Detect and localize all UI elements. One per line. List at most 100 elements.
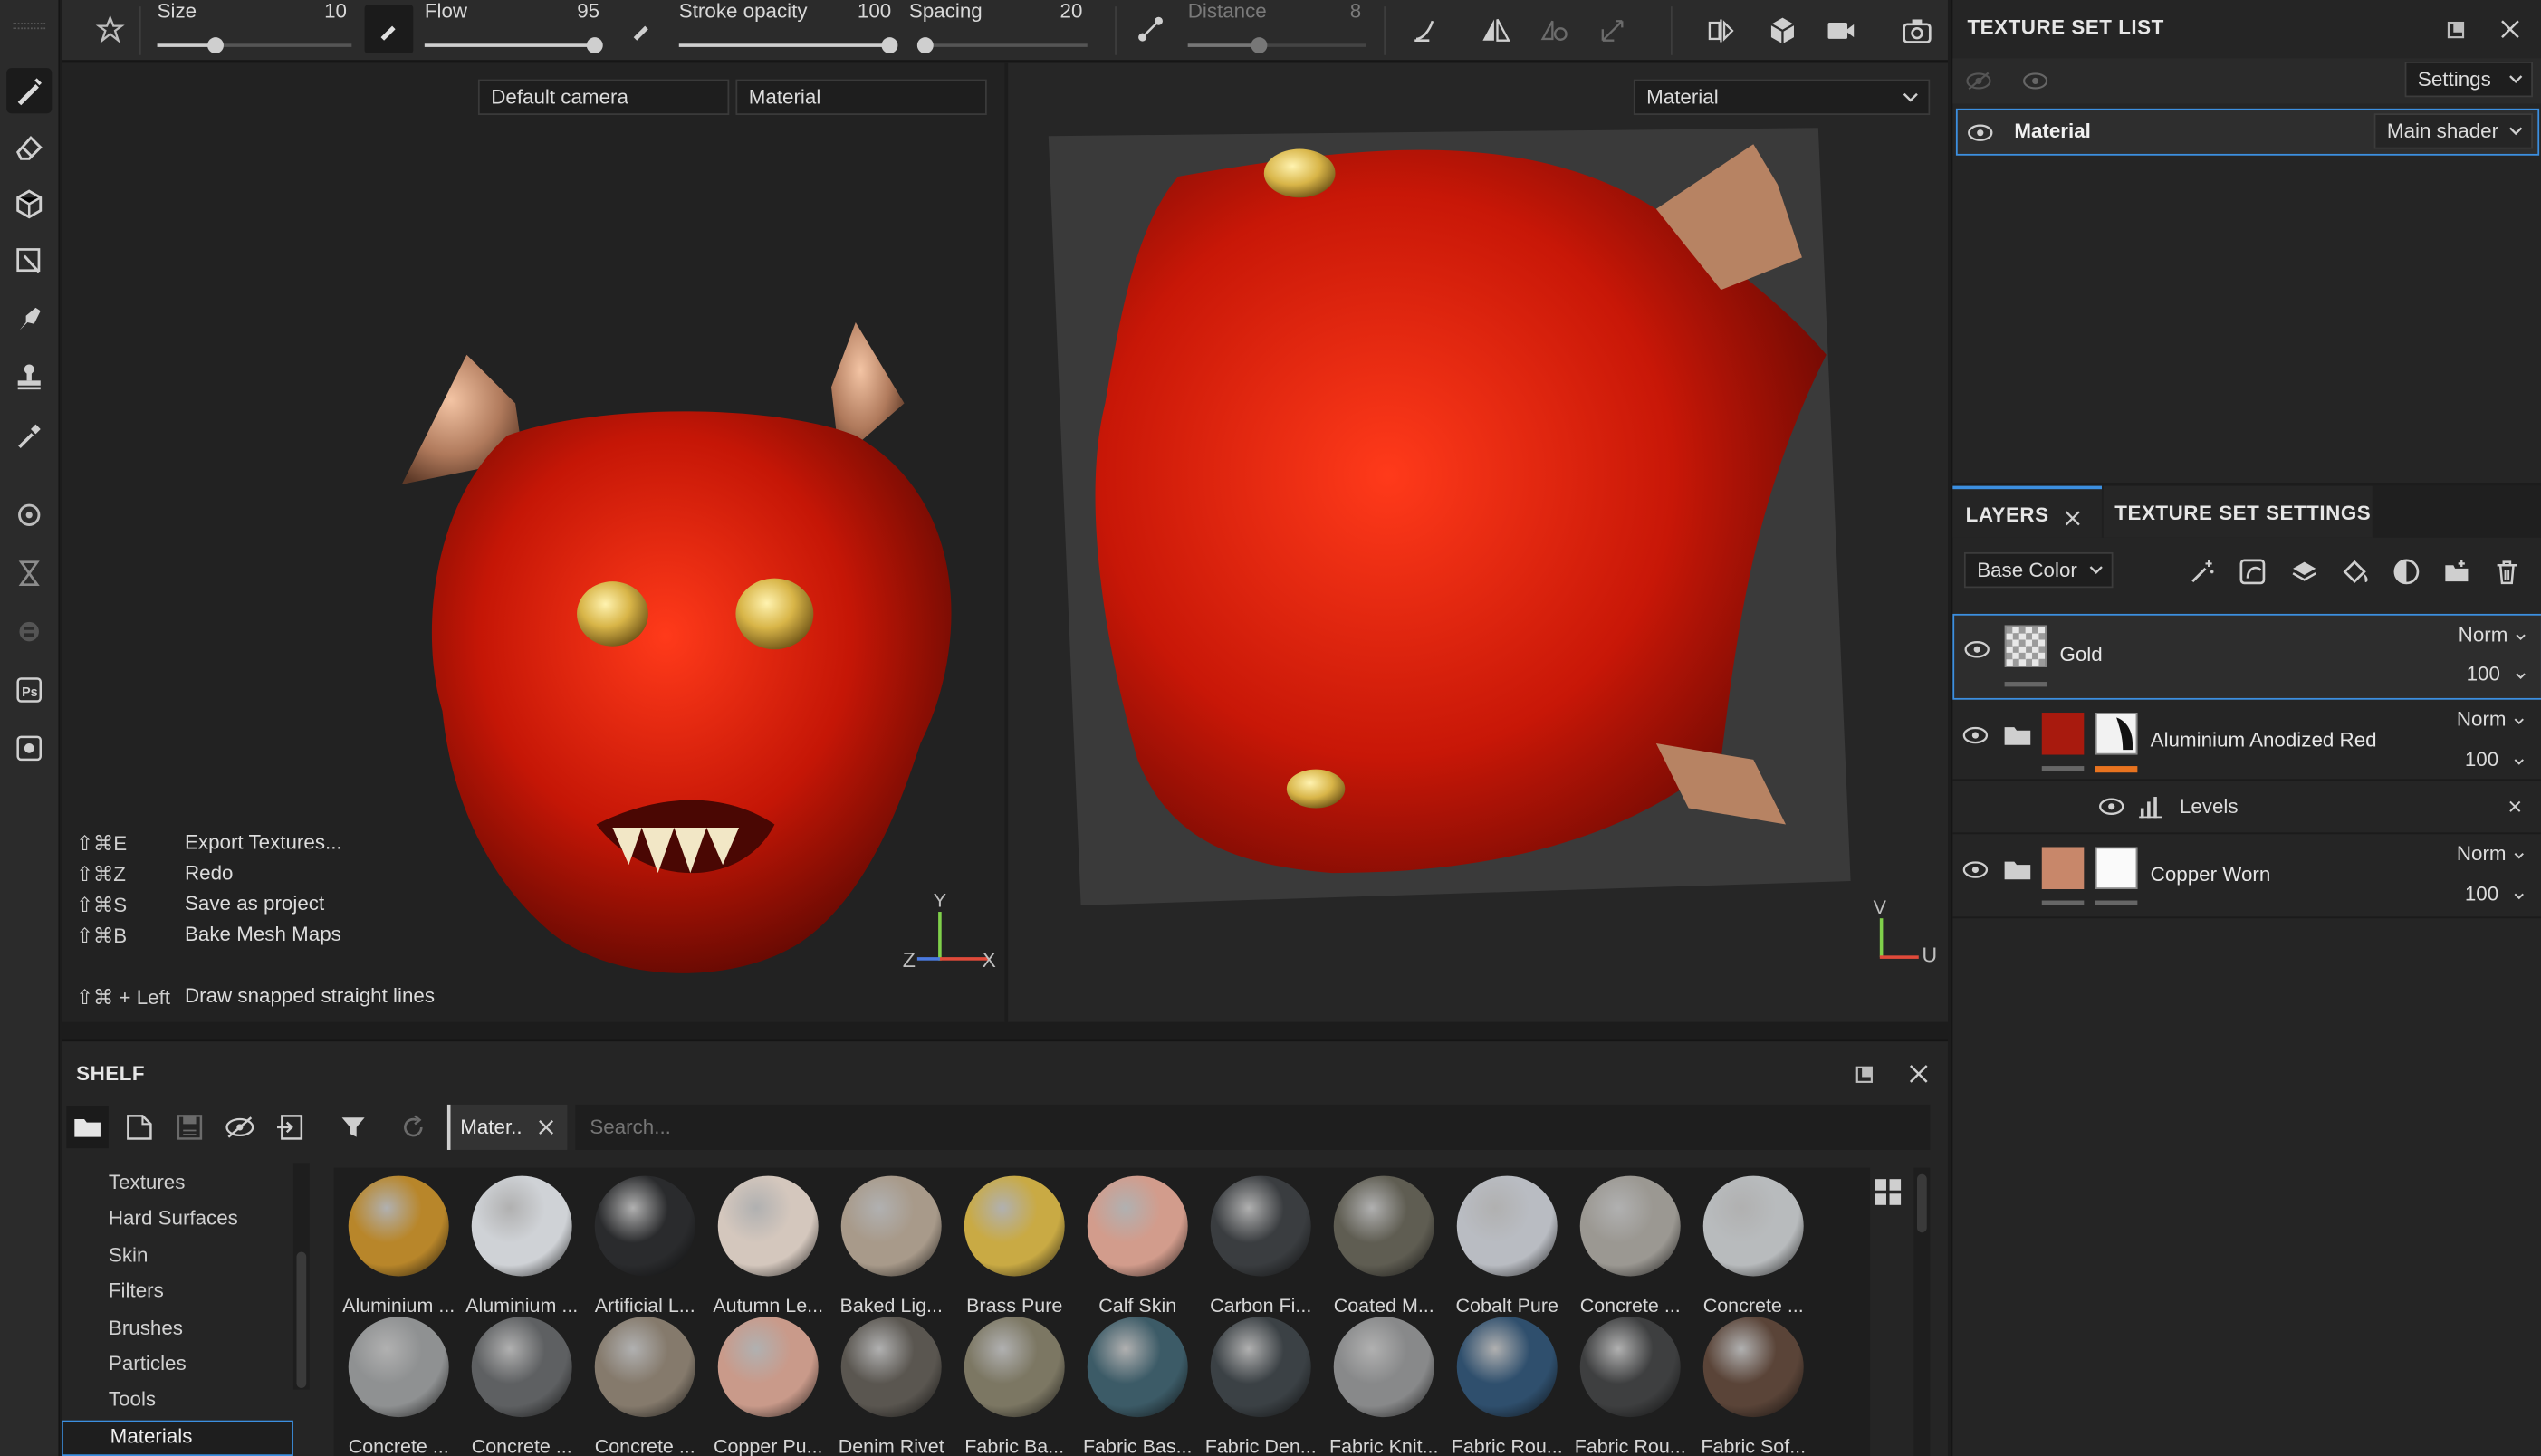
category-filters[interactable]: Filters bbox=[62, 1276, 293, 1310]
reset-filter-button[interactable] bbox=[392, 1106, 435, 1149]
material-item[interactable]: Cobalt Pure bbox=[1445, 1175, 1568, 1318]
add-fill-layer-button[interactable] bbox=[2336, 554, 2372, 589]
tab-texture-set-settings[interactable]: TEXTURE SET SETTINGS bbox=[2103, 485, 2373, 538]
material-item[interactable]: Fabric Ba... bbox=[953, 1317, 1076, 1456]
material-item[interactable]: Artificial L... bbox=[583, 1175, 706, 1318]
distance-value[interactable]: 8 bbox=[1319, 0, 1361, 23]
photoshop-export-tool[interactable]: Ps bbox=[6, 667, 52, 713]
layer-row-gold[interactable]: Gold Norm 100 bbox=[1952, 613, 2541, 700]
iray-render-tool[interactable] bbox=[6, 725, 52, 771]
size-slider-knob[interactable] bbox=[207, 37, 224, 54]
category-textures[interactable]: Textures bbox=[62, 1168, 293, 1202]
distance-slider[interactable] bbox=[1187, 37, 1366, 54]
settings-dropdown[interactable]: Settings bbox=[2404, 61, 2533, 98]
close-icon[interactable] bbox=[2065, 510, 2081, 526]
material-item[interactable]: Denim Rivet bbox=[829, 1317, 953, 1456]
texture-set-item[interactable]: Material Main shader bbox=[1955, 108, 2540, 156]
brush-preset-button[interactable] bbox=[364, 5, 414, 54]
chevron-down-icon[interactable] bbox=[2515, 672, 2527, 680]
flow-value[interactable]: 95 bbox=[558, 0, 599, 23]
viewport-3d-channel-dropdown[interactable]: Material bbox=[735, 79, 987, 115]
color-picker-tool[interactable] bbox=[6, 413, 52, 458]
material-item[interactable]: Concrete ... bbox=[1692, 1175, 1815, 1318]
add-mask-button[interactable] bbox=[2235, 554, 2270, 589]
shelf-hide-button[interactable] bbox=[219, 1106, 262, 1149]
add-folder-button[interactable] bbox=[2439, 554, 2474, 589]
material-item[interactable]: Brass Pure bbox=[953, 1175, 1076, 1318]
distance-slider-knob[interactable] bbox=[1251, 37, 1268, 54]
camera-settings-button[interactable] bbox=[1821, 12, 1860, 51]
visibility-eye-icon[interactable] bbox=[2098, 797, 2124, 816]
chevron-down-icon[interactable] bbox=[2514, 852, 2526, 860]
layer-row-aluminium-anodized-red[interactable]: Aluminium Anodized Red Norm 100 bbox=[1952, 700, 2541, 781]
effect-row-levels[interactable]: Levels bbox=[1952, 781, 2541, 835]
camera-dropdown[interactable]: Default camera bbox=[477, 79, 730, 115]
visibility-eye-icon[interactable] bbox=[1962, 860, 1989, 879]
shelf-search-input[interactable] bbox=[575, 1104, 1931, 1150]
layer-opacity[interactable]: 100 bbox=[2465, 883, 2498, 905]
stroke-opacity-icon-button[interactable] bbox=[628, 13, 657, 45]
material-item[interactable]: Fabric Knit... bbox=[1322, 1317, 1445, 1456]
material-item[interactable]: Concrete ... bbox=[460, 1317, 583, 1456]
material-item[interactable]: Aluminium ... bbox=[337, 1175, 460, 1318]
visibility-eye-icon[interactable] bbox=[1967, 123, 1993, 142]
material-grid-scrollbar[interactable] bbox=[1913, 1167, 1931, 1456]
timeline-tool[interactable] bbox=[6, 551, 52, 596]
split-view-button[interactable] bbox=[1702, 12, 1740, 51]
layer-blend-mode[interactable]: Norm bbox=[2459, 624, 2508, 647]
size-slider[interactable] bbox=[157, 37, 352, 54]
add-layer-button[interactable] bbox=[2287, 554, 2322, 589]
material-item[interactable]: Fabric Rou... bbox=[1445, 1317, 1568, 1456]
category-hard-surfaces[interactable]: Hard Surfaces bbox=[62, 1203, 293, 1238]
material-item[interactable]: Carbon Fi... bbox=[1199, 1175, 1322, 1318]
stroke-opacity-slider[interactable] bbox=[678, 37, 898, 54]
chevron-down-icon[interactable] bbox=[2515, 633, 2527, 641]
bake-tool[interactable] bbox=[6, 493, 52, 538]
paint-brush-tool[interactable] bbox=[6, 68, 53, 114]
layer-blend-mode[interactable]: Norm bbox=[2457, 842, 2507, 865]
layer-row-copper-worn[interactable]: Copper Worn Norm 100 bbox=[1952, 834, 2541, 919]
grip-handle[interactable] bbox=[13, 23, 46, 30]
material-item[interactable]: Aluminium ... bbox=[460, 1175, 583, 1318]
material-item[interactable]: Copper Pu... bbox=[706, 1317, 829, 1456]
alignment-button[interactable] bbox=[1406, 12, 1445, 51]
lazy-mouse-button[interactable] bbox=[1133, 12, 1168, 47]
grid-view-button[interactable] bbox=[1870, 1174, 1905, 1210]
remove-filter-icon[interactable] bbox=[538, 1119, 554, 1135]
show-all-button[interactable] bbox=[2021, 66, 2050, 95]
projection-tool[interactable] bbox=[6, 181, 52, 226]
shelf-folder-button[interactable] bbox=[66, 1106, 109, 1149]
tab-layers[interactable]: LAYERS bbox=[1952, 485, 2102, 538]
category-particles[interactable]: Particles bbox=[62, 1349, 293, 1384]
spacing-value[interactable]: 20 bbox=[1040, 0, 1083, 23]
material-item[interactable]: Fabric Rou... bbox=[1568, 1317, 1692, 1456]
shelf-import-button[interactable] bbox=[269, 1106, 312, 1149]
substance-tool[interactable] bbox=[6, 609, 52, 655]
display-mode-button[interactable] bbox=[1763, 12, 1802, 51]
clone-tool[interactable] bbox=[6, 355, 52, 400]
visibility-eye-icon[interactable] bbox=[1962, 725, 1989, 744]
material-item[interactable]: Fabric Den... bbox=[1199, 1317, 1322, 1456]
shelf-undock-button[interactable] bbox=[1849, 1059, 1878, 1088]
channel-dropdown[interactable]: Base Color bbox=[1963, 551, 2114, 589]
category-tools[interactable]: Tools bbox=[62, 1384, 293, 1419]
size-value[interactable]: 10 bbox=[304, 0, 347, 23]
shelf-save-button[interactable] bbox=[168, 1106, 211, 1149]
filter-tag-chip[interactable]: Mater.. bbox=[446, 1104, 568, 1150]
symmetry-brush-button[interactable] bbox=[91, 12, 129, 47]
spacing-slider[interactable] bbox=[916, 37, 1088, 54]
flow-slider[interactable] bbox=[424, 37, 603, 54]
stroke-opacity-slider-knob[interactable] bbox=[881, 37, 898, 54]
chevron-down-icon[interactable] bbox=[2514, 893, 2526, 901]
material-item[interactable]: Baked Lig... bbox=[829, 1175, 953, 1318]
material-item[interactable]: Concrete ... bbox=[1568, 1175, 1692, 1318]
symmetry-button[interactable] bbox=[1476, 12, 1515, 51]
add-smart-material-button[interactable] bbox=[2389, 554, 2424, 589]
stroke-opacity-value[interactable]: 100 bbox=[846, 0, 891, 23]
flow-slider-knob[interactable] bbox=[585, 37, 602, 54]
viewport-2d-channel-dropdown[interactable]: Material bbox=[1633, 79, 1931, 115]
material-item[interactable]: Calf Skin bbox=[1076, 1175, 1199, 1318]
chevron-down-icon[interactable] bbox=[2514, 758, 2526, 766]
polygon-fill-tool[interactable] bbox=[6, 238, 52, 283]
undock-button[interactable] bbox=[2440, 14, 2469, 43]
